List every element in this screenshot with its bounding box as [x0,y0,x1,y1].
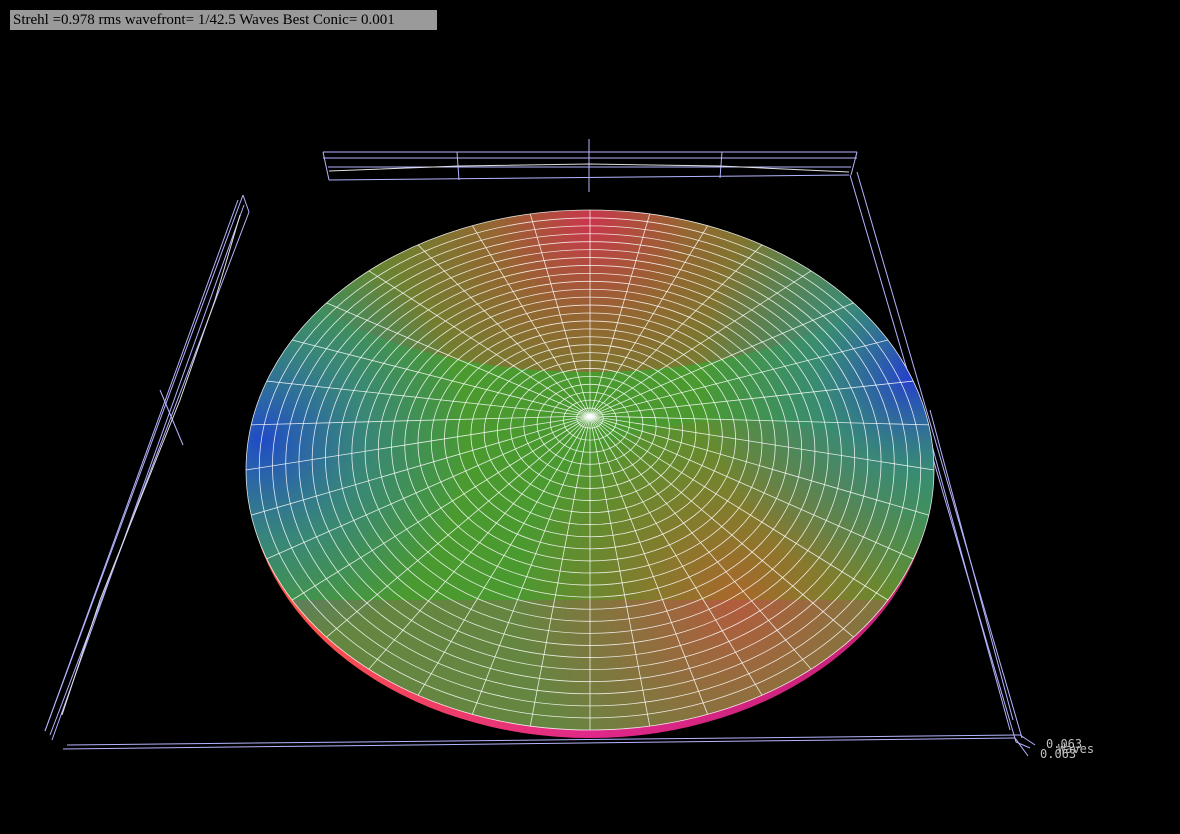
frame-line [44,199,239,732]
wavefront-surface-plot[interactable] [0,0,1180,834]
frame-line [49,211,250,736]
frame-line [929,409,1014,721]
frame-line [1019,734,1036,746]
conic-label: Best Conic= [282,12,358,28]
frame-line [322,151,330,181]
rms-unit: Waves [239,12,279,28]
conic-value: 0.001 [361,12,395,28]
rms-value: 1/42.5 [197,12,236,28]
frame-line [1015,741,1031,749]
wavefront-surface [246,210,934,738]
strehl-value: 0.978 [61,12,95,28]
surface-3d-viewport[interactable]: Strehl =0.978 rms wavefront= 1/42.5 Wave… [0,0,1180,834]
frame-line [719,151,723,179]
frame-line [924,419,1011,731]
frame-line [242,194,250,213]
frame-line [51,204,245,741]
stats-bar: Strehl =0.978 rms wavefront= 1/42.5 Wave… [10,10,437,30]
strehl-label: Strehl = [13,12,62,28]
blue-zone-right [705,210,934,595]
frame-line [1014,737,1029,757]
scale-bottom-value: 0.063 [1040,747,1077,761]
frame-line [850,151,858,176]
blue-zone-left [246,220,462,660]
rms-label: rms wavefront= [98,12,195,28]
